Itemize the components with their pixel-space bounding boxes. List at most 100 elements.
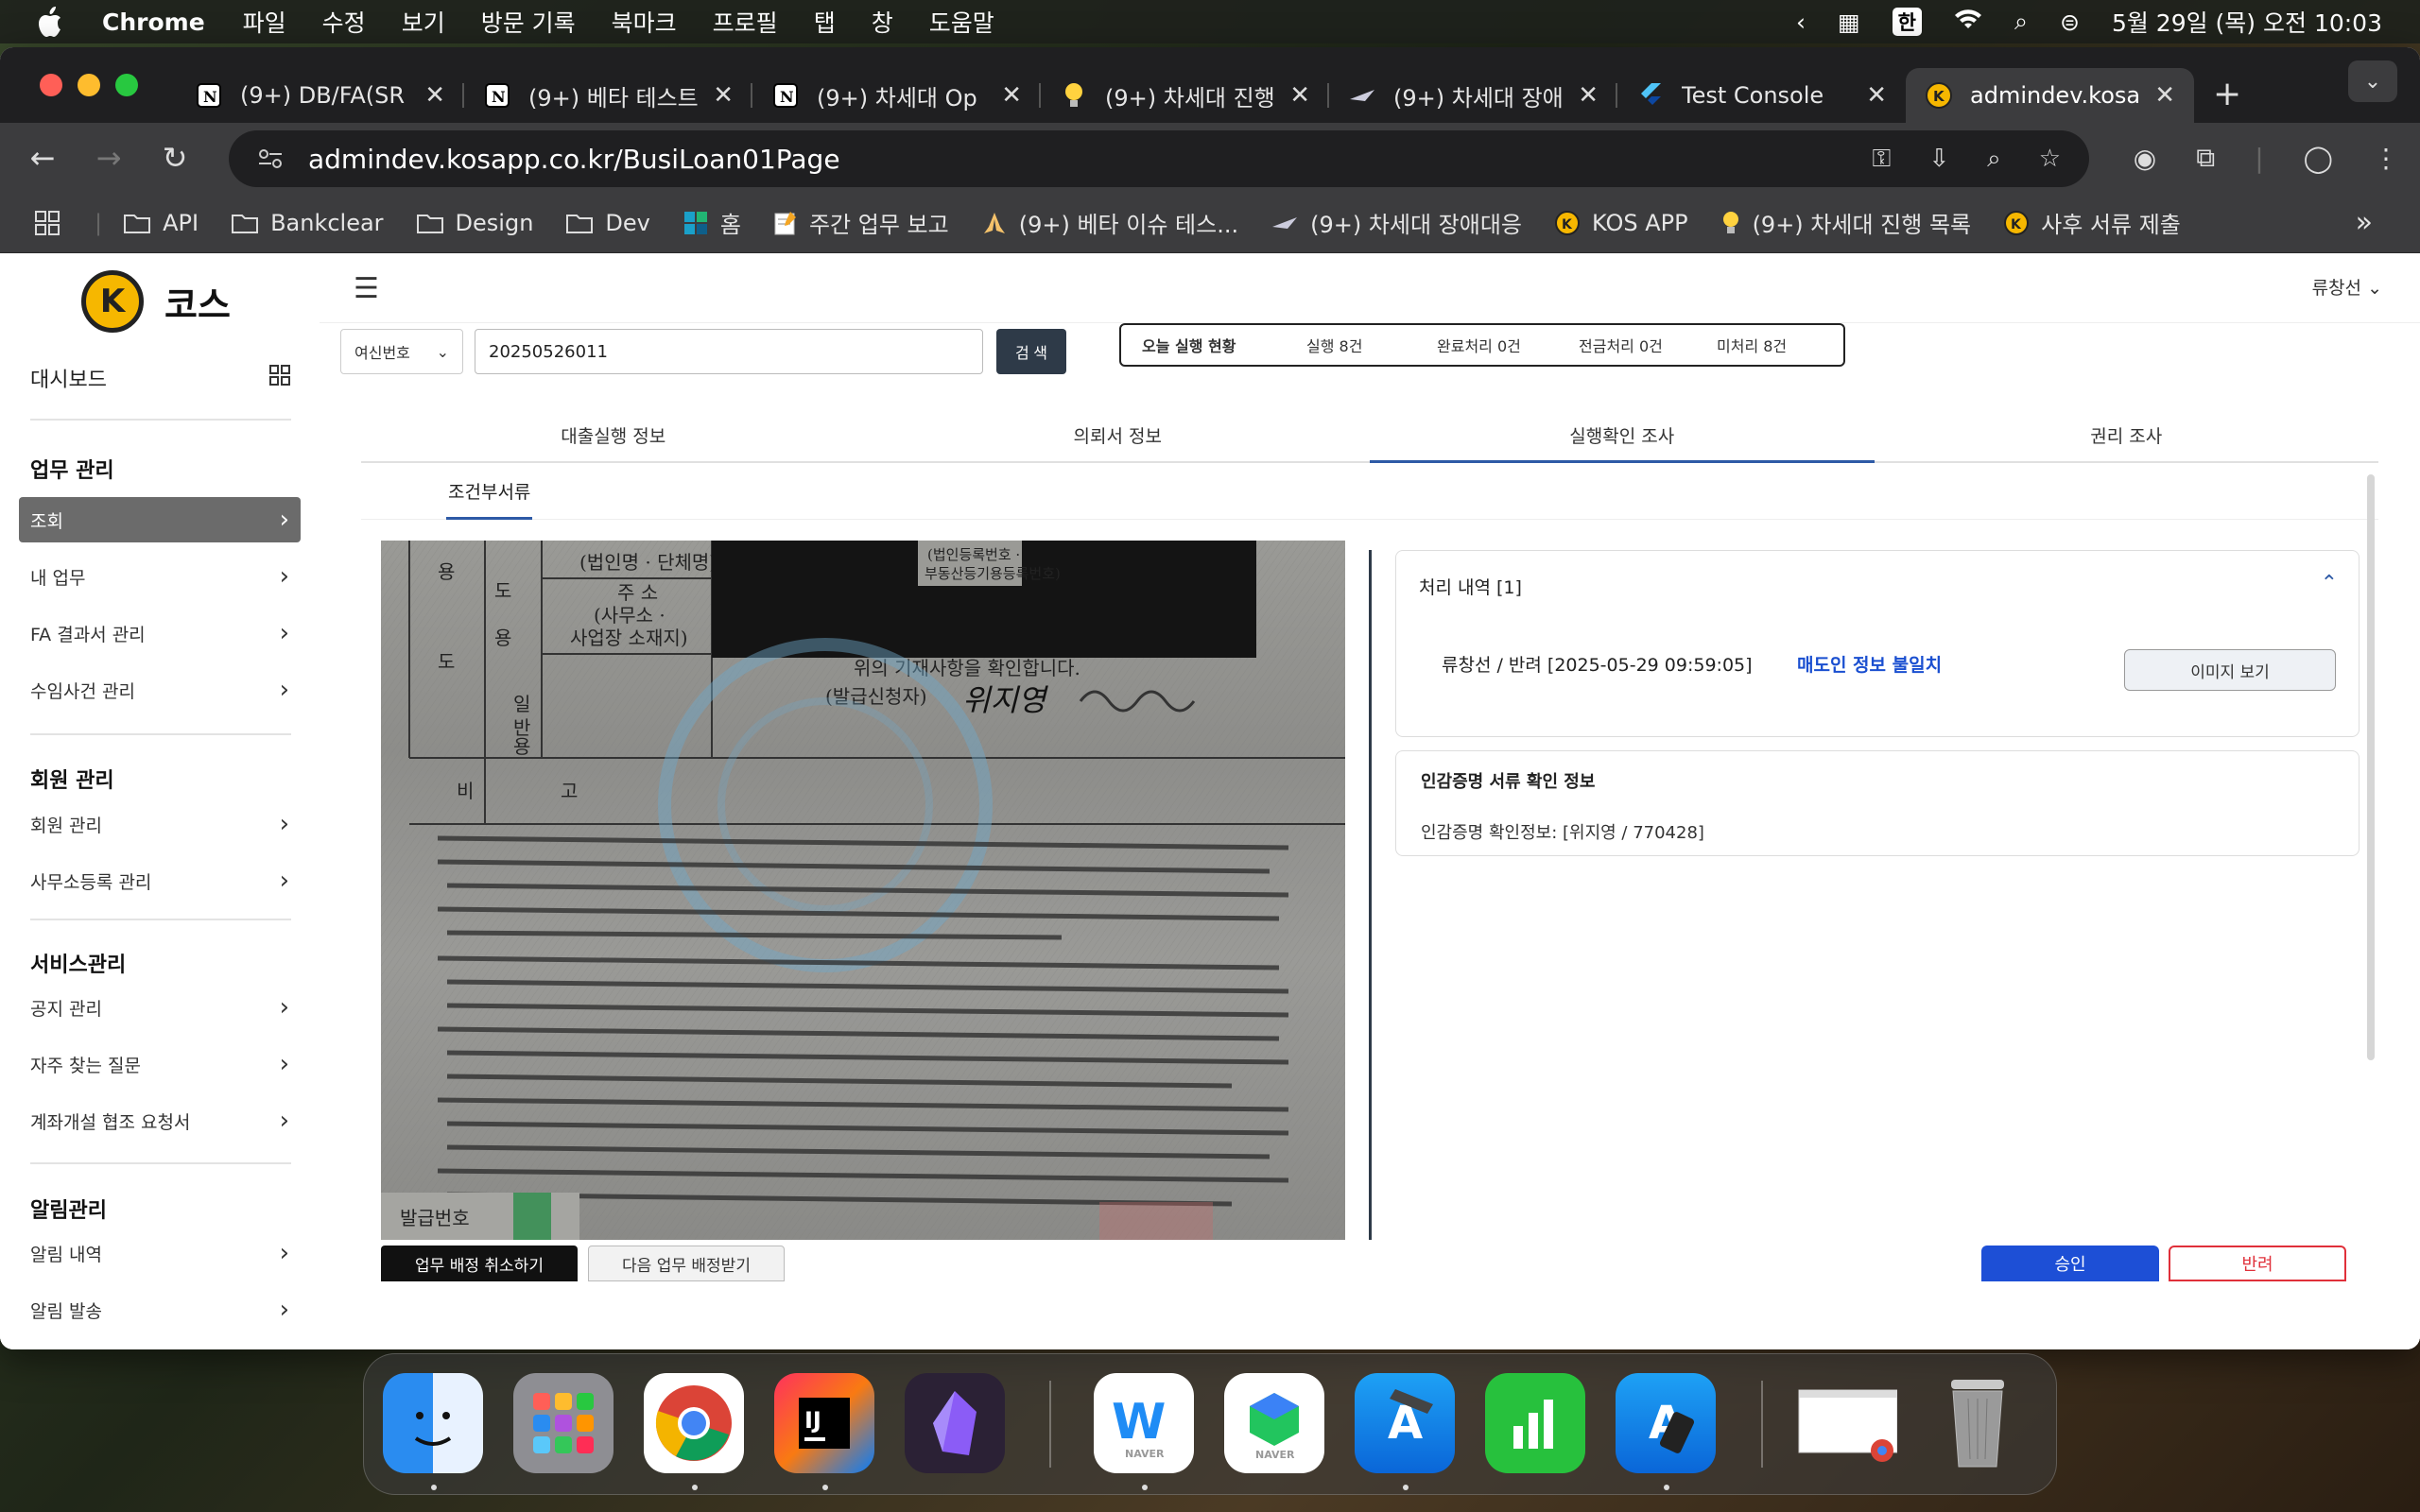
close-window-button[interactable]	[40, 74, 62, 96]
obsidian-icon[interactable]	[905, 1373, 1005, 1473]
sidebar-item-alert-history[interactable]: 알림 내역 ›	[19, 1230, 301, 1276]
browser-tab[interactable]: N (9+) 차세대 Op ✕	[752, 68, 1041, 123]
trash-icon[interactable]	[1927, 1373, 2028, 1473]
browser-tab[interactable]: N (9+) DB/FA(SR ✕	[176, 68, 464, 123]
tab-search-icon[interactable]: ⌄	[2348, 60, 2397, 102]
sidebar-item-members[interactable]: 회원 관리 ›	[19, 801, 301, 847]
tab-rights-check[interactable]: 권리 조사	[1875, 410, 2379, 461]
close-tab-icon[interactable]: ✕	[2154, 81, 2175, 110]
search-icon[interactable]: ⌕	[2014, 8, 2028, 36]
sidebar-item-search[interactable]: 조회 ›	[19, 497, 301, 542]
menu-window[interactable]: 창	[872, 5, 893, 39]
intellij-icon[interactable]: IJ	[774, 1373, 874, 1473]
bookmarks-overflow-icon[interactable]: »	[2356, 206, 2373, 239]
forward-icon[interactable]: →	[76, 140, 142, 176]
launchpad-icon[interactable]	[513, 1373, 614, 1473]
sidebar-item-notices[interactable]: 공지 관리 ›	[19, 985, 301, 1030]
bookmark-item[interactable]: 홈	[683, 206, 741, 239]
install-app-icon[interactable]: ⇩	[1928, 145, 1949, 174]
chrome-icon[interactable]	[644, 1373, 744, 1473]
menu-help[interactable]: 도움말	[929, 5, 994, 39]
close-tab-icon[interactable]: ✕	[1289, 81, 1310, 110]
extensions-icon[interactable]: ⧉	[2196, 142, 2215, 174]
menu-history[interactable]: 방문 기록	[481, 5, 576, 39]
tab-loan-execution[interactable]: 대출실행 정보	[361, 410, 866, 461]
cancel-assignment-button[interactable]: 업무 배정 취소하기	[381, 1246, 578, 1281]
sidebar-item-account-request[interactable]: 계좌개설 협조 요청서 ›	[19, 1098, 301, 1143]
browser-tab[interactable]: (9+) 차세대 장애 ✕	[1329, 68, 1617, 123]
bookmark-item[interactable]: (9+) 차세대 장애대응	[1270, 206, 1522, 239]
search-button[interactable]: 검 색	[996, 329, 1066, 374]
chrome-window-thumbnail-icon[interactable]	[1797, 1373, 1897, 1473]
apple-icon[interactable]	[36, 7, 74, 37]
screenshot-icon[interactable]: ◉	[2134, 143, 2156, 174]
next-assignment-button[interactable]: 다음 업무 배정받기	[588, 1246, 785, 1281]
app-name-menu[interactable]: Chrome	[102, 9, 205, 36]
control-center-icon[interactable]: ⊜	[2060, 9, 2080, 36]
bookmark-item[interactable]: 주간 업무 보고	[773, 206, 949, 239]
wifi-icon[interactable]	[1954, 8, 1982, 36]
site-settings-icon[interactable]	[248, 147, 293, 170]
finder-icon[interactable]	[383, 1373, 483, 1473]
tab-execution-check[interactable]: 실행확인 조사	[1370, 410, 1875, 463]
browser-tab[interactable]: N (9+) 베타 테스트 ✕	[464, 68, 752, 123]
bookmark-star-icon[interactable]: ☆	[2039, 145, 2061, 174]
address-bar[interactable]: admindev.kosapp.co.kr/BusiLoan01Page ⚿ ⇩…	[229, 130, 2089, 187]
bookmark-item[interactable]: Design	[416, 210, 533, 236]
browser-tab-active[interactable]: K admindev.kosa ✕	[1906, 68, 2194, 123]
naver-works-icon[interactable]: NAVER	[1224, 1373, 1324, 1473]
reject-button[interactable]: 반려	[2169, 1246, 2346, 1281]
minimize-window-button[interactable]	[78, 74, 100, 96]
close-tab-icon[interactable]: ✕	[1866, 81, 1887, 110]
close-tab-icon[interactable]: ✕	[1578, 81, 1599, 110]
menu-view[interactable]: 보기	[402, 5, 445, 39]
sidebar-item-fa-report[interactable]: FA 결과서 관리 ›	[19, 610, 301, 656]
more-menu-icon[interactable]: ⋮	[2373, 143, 2399, 174]
app-logo[interactable]: K 코스	[81, 270, 231, 333]
chevron-left-icon[interactable]: ‹	[1796, 9, 1806, 36]
menu-extra-icon[interactable]: ▦	[1838, 9, 1860, 36]
scrollbar[interactable]	[2367, 474, 2375, 1060]
menu-edit[interactable]: 수정	[322, 5, 366, 39]
sidebar-item-cases[interactable]: 수임사건 관리 ›	[19, 667, 301, 713]
hamburger-menu-icon[interactable]: ☰	[354, 272, 379, 305]
bookmark-item[interactable]: Bankclear	[231, 210, 384, 236]
new-tab-icon[interactable]: +	[2213, 75, 2241, 113]
profile-icon[interactable]: ◯	[2304, 143, 2333, 174]
sidebar-item-faq[interactable]: 자주 찾는 질문 ›	[19, 1041, 301, 1087]
bookmark-item[interactable]: K KOS APP	[1554, 210, 1688, 236]
input-source-indicator[interactable]: 한	[1892, 8, 1922, 36]
close-tab-icon[interactable]: ✕	[424, 81, 445, 110]
close-tab-icon[interactable]: ✕	[1001, 81, 1022, 110]
tab-request[interactable]: 의뢰서 정보	[866, 410, 1371, 461]
user-menu[interactable]: 류창선 ⌄	[2312, 274, 2382, 300]
sidebar-item-alert-send[interactable]: 알림 발송 ›	[19, 1287, 301, 1332]
browser-tab[interactable]: Test Console ✕	[1617, 68, 1906, 123]
bookmark-item[interactable]: (9+) 베타 이슈 테스...	[981, 206, 1238, 239]
zoom-icon[interactable]: ⌕	[1987, 145, 2001, 174]
naver-whale-icon[interactable]: W NAVER	[1094, 1373, 1194, 1473]
xcode-icon[interactable]: A	[1355, 1373, 1455, 1473]
bookmark-item[interactable]: API	[123, 210, 199, 236]
approve-button[interactable]: 승인	[1981, 1246, 2159, 1281]
chevron-up-icon[interactable]: ⌃	[2321, 572, 2338, 595]
menu-file[interactable]: 파일	[243, 5, 286, 39]
subtab-conditional-docs[interactable]: 조건부서류	[446, 465, 533, 520]
fullscreen-window-button[interactable]	[115, 74, 138, 96]
bookmark-item[interactable]: K 사후 서류 제출	[2003, 206, 2181, 239]
search-type-select[interactable]: 여신번호 ⌄	[340, 329, 463, 374]
browser-tab[interactable]: (9+) 차세대 진행 ✕	[1041, 68, 1329, 123]
menu-tab[interactable]: 탭	[814, 5, 836, 39]
sidebar-item-office[interactable]: 사무소등록 관리 ›	[19, 858, 301, 903]
menubar-clock[interactable]: 5월 29일 (목) 오전 10:03	[2112, 5, 2382, 39]
close-tab-icon[interactable]: ✕	[713, 81, 734, 110]
search-input[interactable]	[475, 329, 983, 374]
url-text[interactable]: admindev.kosapp.co.kr/BusiLoan01Page	[308, 144, 840, 175]
numbers-icon[interactable]	[1485, 1373, 1585, 1473]
document-scan-image[interactable]: (법인명 · 단체명) 주 소 (사무소 · 사업장 소재지) 도 용 용 도 …	[381, 541, 1345, 1240]
reload-icon[interactable]: ↻	[142, 140, 208, 176]
menu-profile[interactable]: 프로필	[713, 5, 778, 39]
sidebar-item-my-work[interactable]: 내 업무 ›	[19, 554, 301, 599]
apps-grid-icon[interactable]	[34, 210, 60, 236]
password-key-icon[interactable]: ⚿	[1873, 145, 1892, 174]
